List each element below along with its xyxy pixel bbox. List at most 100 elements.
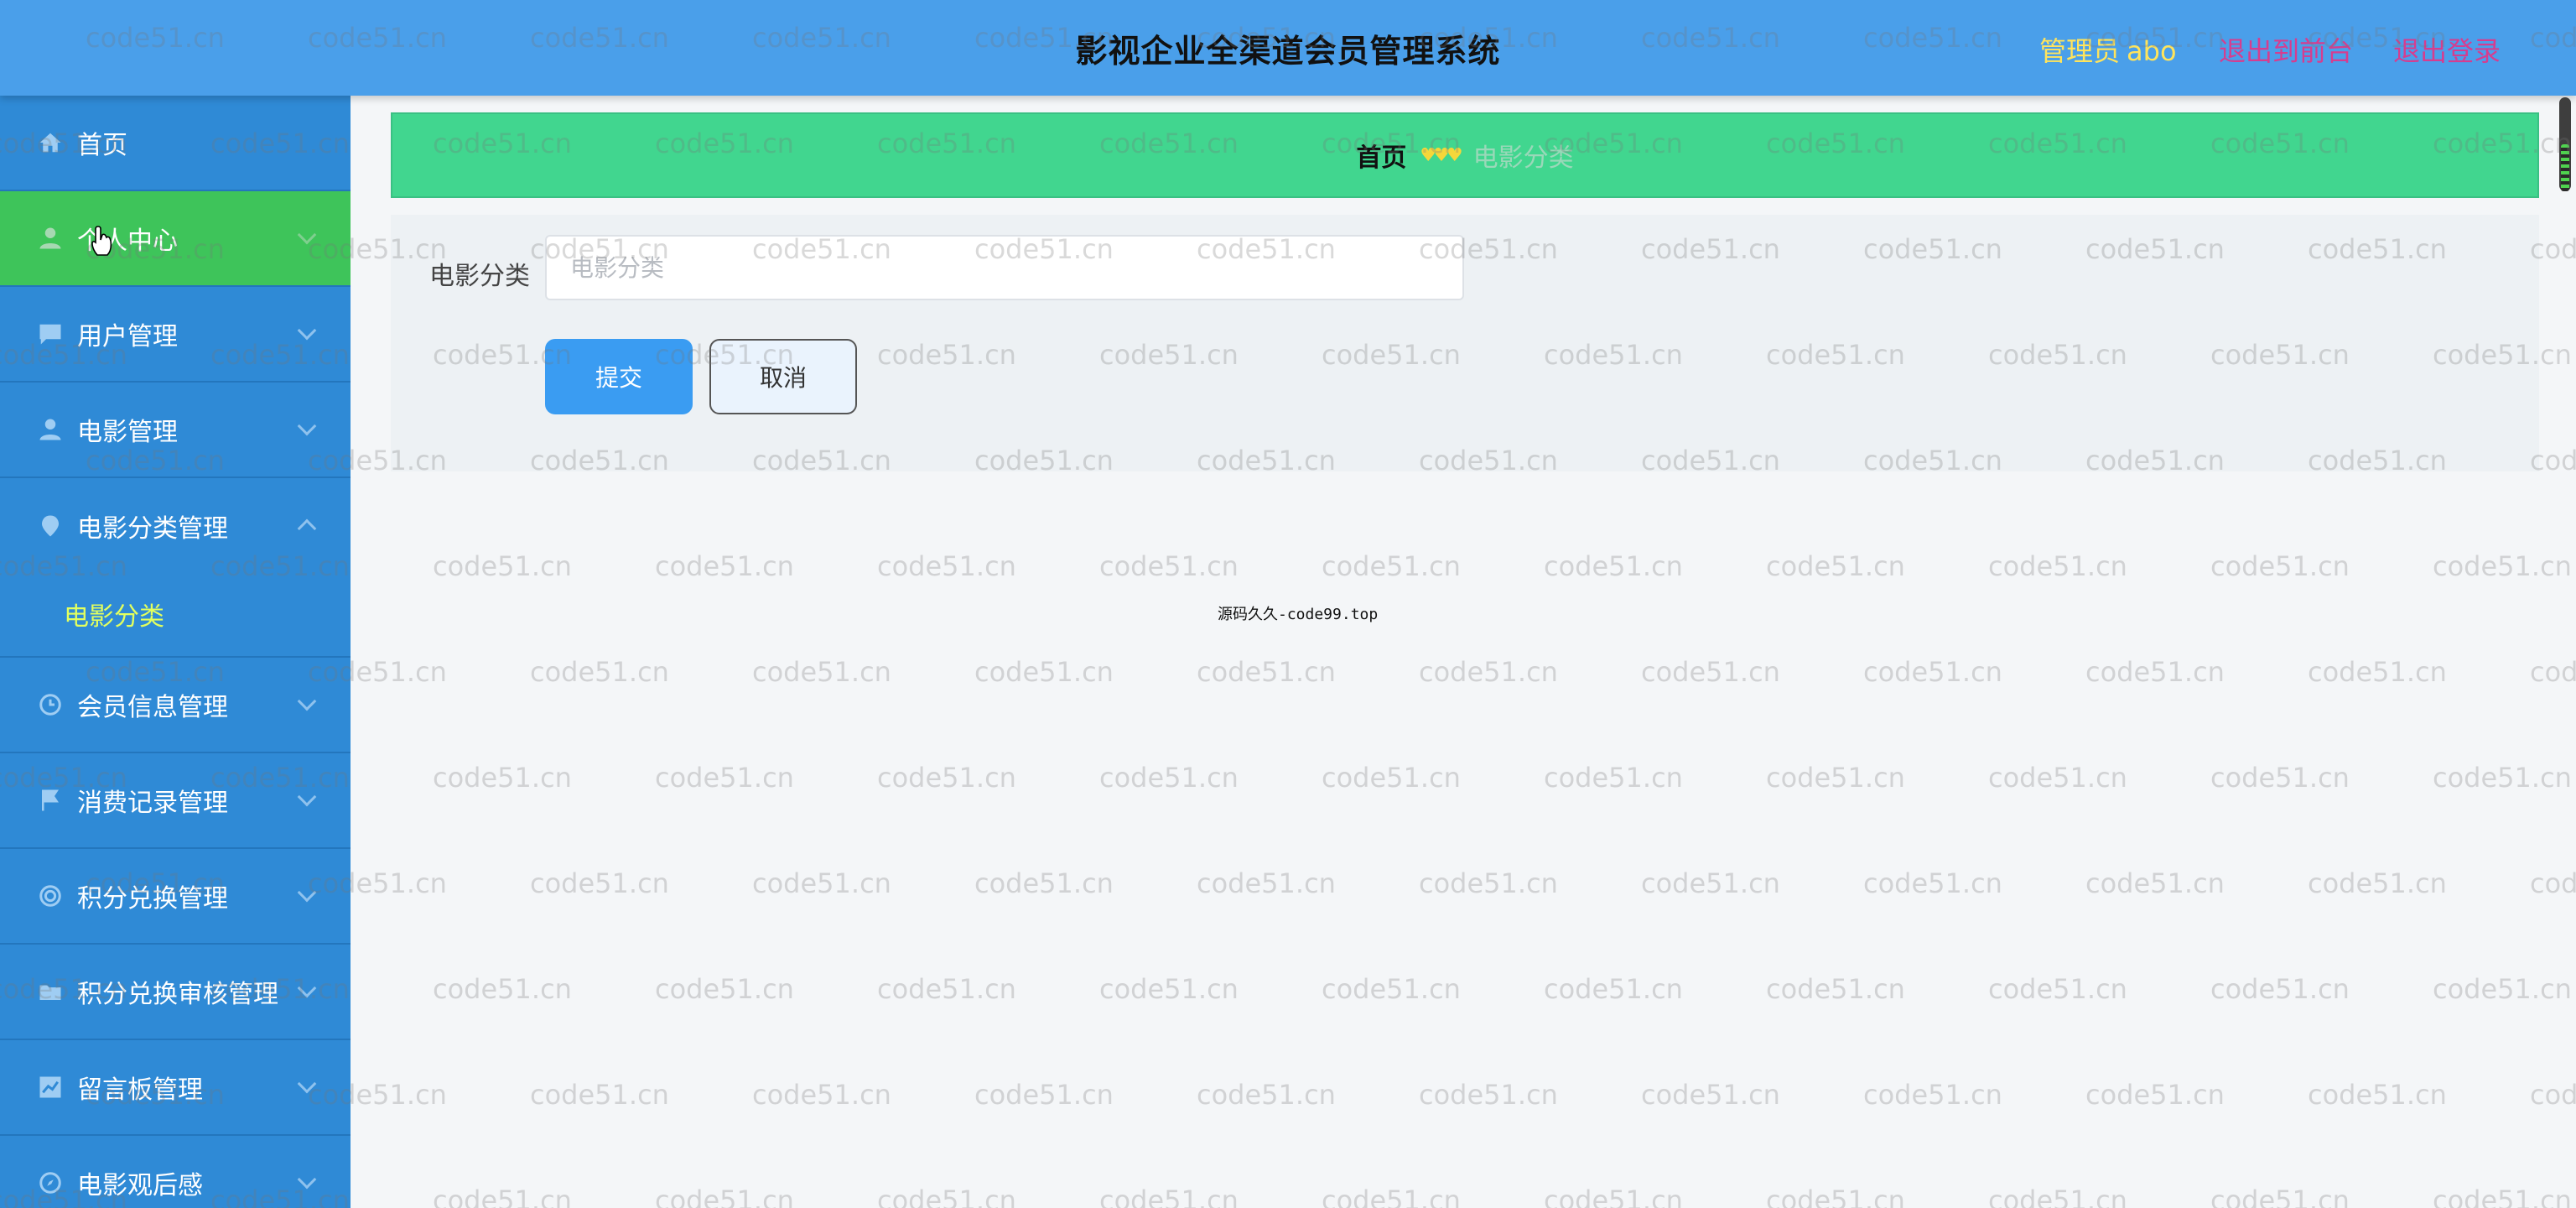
watermark-text: code51.cn	[877, 550, 1016, 582]
chevron-down-icon	[297, 1074, 317, 1094]
watermark-text: code51.cn	[1641, 1079, 1780, 1111]
watermark-text: code51.cn	[1766, 550, 1905, 582]
watermark-text: code51.cn	[1197, 656, 1336, 688]
watermark-text: code51.cn	[1322, 973, 1461, 1005]
watermark-text: code51.cn	[433, 973, 572, 1005]
watermark-text: code51.cn	[1766, 762, 1905, 794]
folder-icon	[35, 976, 65, 1007]
watermark-text: code51.cn	[974, 1079, 1114, 1111]
cancel-button[interactable]: 取消	[709, 339, 857, 414]
sidebar-item-users[interactable]: 用户管理	[0, 287, 351, 383]
watermark-text: code51.cn	[433, 1185, 572, 1208]
watermark-text: code51.cn	[1766, 1185, 1905, 1208]
submit-button[interactable]: 提交	[545, 339, 693, 414]
watermark-text: code51.cn	[2085, 1079, 2225, 1111]
watermark-text: code51.cn	[974, 867, 1114, 899]
location-pin-icon	[35, 511, 65, 541]
sidebar-item-message-board[interactable]: 留言板管理	[0, 1040, 351, 1136]
category-form: 电影分类 提交 取消	[391, 215, 2539, 471]
sidebar-item-label: 消费记录管理	[77, 789, 228, 818]
chevron-down-icon	[297, 691, 317, 711]
watermark-text: code51.cn	[2085, 867, 2225, 899]
watermark-text: code51.cn	[1419, 656, 1558, 688]
sidebar-item-profile[interactable]: 个人中心	[0, 191, 351, 287]
admin-role: 管理员	[2039, 35, 2121, 67]
category-input[interactable]	[545, 235, 1464, 300]
sidebar: 首页 个人中心 用户管理 电影管理 电影分类管理 电影分类 会员信息管理 消费记…	[0, 96, 351, 1208]
submenu-item-movie-category[interactable]: 电影分类	[64, 596, 164, 633]
submenu-movie-category: 电影分类	[0, 574, 351, 658]
page-scrollbar[interactable]	[2559, 97, 2571, 1208]
watermark-text: code51.cn	[877, 973, 1016, 1005]
watermark-text: code51.cn	[1863, 1079, 2002, 1111]
breadcrumb-current: 电影分类	[1472, 143, 1574, 173]
watermark-text: code51.cn	[2308, 867, 2447, 899]
logout-link[interactable]: 退出登录	[2393, 30, 2501, 69]
watermark-text: code51.cn	[1544, 550, 1683, 582]
sidebar-item-home[interactable]: 首页	[0, 96, 351, 191]
watermark-text: code51.cn	[1988, 762, 2127, 794]
watermark-text: code51.cn	[1988, 550, 2127, 582]
watermark-text: code51.cn	[1099, 1185, 1239, 1208]
chevron-up-icon	[297, 518, 317, 539]
category-field-label: 电影分类	[429, 262, 530, 291]
sidebar-item-movies[interactable]: 电影管理	[0, 383, 351, 478]
scrollbar-marks	[2561, 144, 2569, 191]
home-icon	[35, 128, 65, 158]
watermark-text: code51.cn	[433, 550, 572, 582]
watermark-text: code51.cn	[1544, 973, 1683, 1005]
watermark-text: code51.cn	[1544, 1185, 1683, 1208]
watermark-text: code51.cn	[1322, 550, 1461, 582]
sidebar-item-points-review[interactable]: 积分兑换审核管理	[0, 945, 351, 1040]
watermark-text: code51.cn	[1766, 973, 1905, 1005]
watermark-text: code51.cn	[530, 867, 669, 899]
breadcrumb: 首页 ♥♥♥ 电影分类	[391, 112, 2539, 198]
watermark-text: code51.cn	[530, 656, 669, 688]
watermark-text: code51.cn	[433, 762, 572, 794]
system-title: 影视企业全渠道会员管理系统	[1075, 33, 1501, 70]
watermark-text: code51.cn	[1322, 1185, 1461, 1208]
mouse-cursor-icon	[91, 226, 112, 256]
sidebar-item-member-info[interactable]: 会员信息管理	[0, 658, 351, 753]
heart-separator-icon: ♥♥♥	[1420, 144, 1462, 166]
watermark-text: code51.cn	[752, 867, 891, 899]
watermark-text: code51.cn	[1099, 550, 1239, 582]
watermark-text: code51.cn	[877, 762, 1016, 794]
sidebar-item-movie-review[interactable]: 电影观后感	[0, 1136, 351, 1208]
clock-icon	[35, 690, 65, 720]
watermark-text: code51.cn	[1322, 762, 1461, 794]
sidebar-item-label: 电影观后感	[77, 1171, 203, 1200]
sidebar-item-label: 留言板管理	[77, 1075, 203, 1105]
watermark-text: code51.cn	[877, 1185, 1016, 1208]
watermark-text: code51.cn	[530, 1079, 669, 1111]
chevron-down-icon	[297, 225, 317, 245]
chevron-down-icon	[297, 416, 317, 436]
chevron-down-icon	[297, 1169, 317, 1190]
chevron-down-icon	[297, 320, 317, 341]
watermark-text: code51.cn	[1641, 656, 1780, 688]
watermark-text: code51.cn	[2433, 1185, 2572, 1208]
chat-icon	[35, 319, 65, 349]
watermark-text: code51.cn	[655, 973, 794, 1005]
watermark-text: code51.cn	[1544, 762, 1683, 794]
watermark-text: code51.cn	[1863, 867, 2002, 899]
compass-icon	[35, 1168, 65, 1198]
sidebar-item-label: 会员信息管理	[77, 693, 228, 722]
watermark-text: code51.cn	[2210, 973, 2350, 1005]
flag-icon	[35, 785, 65, 815]
watermark-text: code51.cn	[2433, 973, 2572, 1005]
sidebar-item-consumption[interactable]: 消费记录管理	[0, 753, 351, 849]
watermark-text: code51.cn	[752, 656, 891, 688]
back-to-front-link[interactable]: 退出到前台	[2219, 30, 2353, 69]
app-root: 影视企业全渠道会员管理系统 管理员 abo 退出到前台 退出登录 首页 个人中心 …	[0, 0, 2576, 1208]
watermark-text: code51.cn	[1988, 1185, 2127, 1208]
watermark-text: code51.cn	[1988, 973, 2127, 1005]
watermark-text: code51.cn	[2433, 550, 2572, 582]
sidebar-item-label: 首页	[77, 131, 127, 160]
breadcrumb-home[interactable]: 首页	[1356, 137, 1406, 174]
sidebar-item-movie-category[interactable]: 电影分类管理	[0, 478, 351, 574]
watermark-text: code51.cn	[2210, 762, 2350, 794]
chart-icon	[35, 1072, 65, 1102]
sidebar-item-points-exchange[interactable]: 积分兑换管理	[0, 849, 351, 945]
sidebar-item-label: 积分兑换管理	[77, 884, 228, 914]
